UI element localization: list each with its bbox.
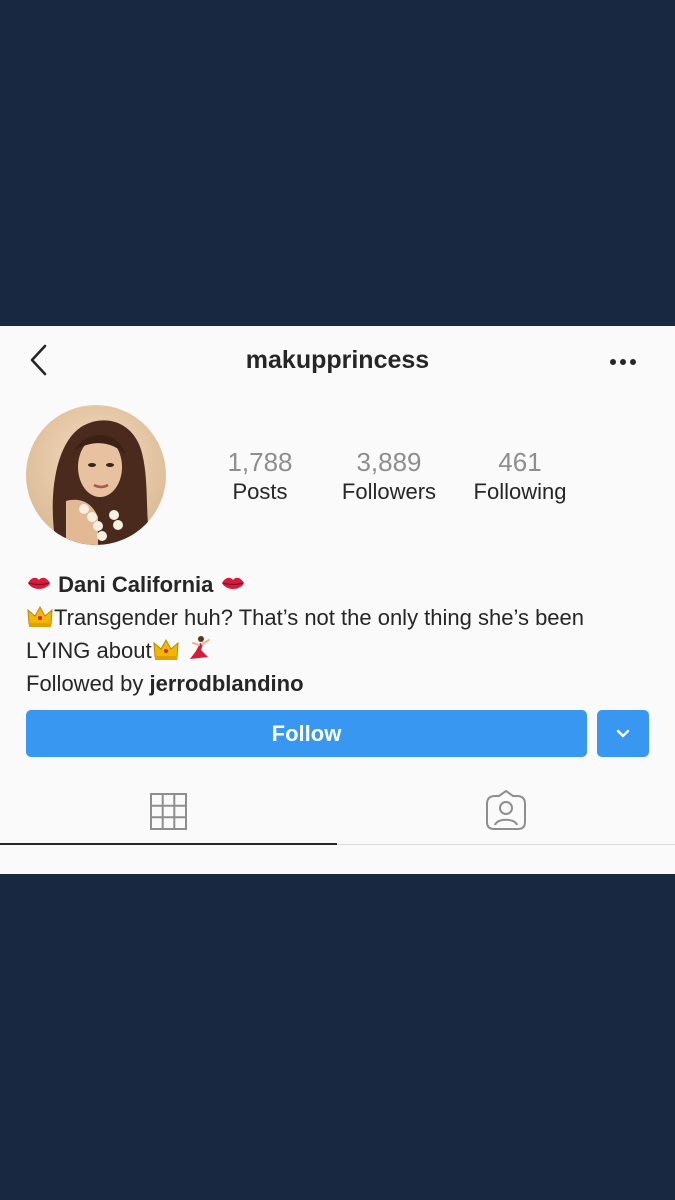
- tab-divider: [337, 844, 675, 845]
- chevron-down-icon: [616, 729, 630, 738]
- posts-label: Posts: [232, 479, 288, 504]
- stat-posts[interactable]: 1,788 Posts: [210, 446, 310, 506]
- following-count: 461: [498, 447, 542, 477]
- active-tab-indicator: [0, 843, 337, 845]
- display-name: Dani California: [58, 572, 214, 597]
- followed-by-user-link[interactable]: jerrodblandino: [150, 671, 304, 696]
- bio-name-line: Dani California: [26, 570, 656, 603]
- kiss-mark-icon: [26, 573, 52, 603]
- follow-button[interactable]: Follow: [26, 710, 587, 757]
- bio-text-line-1: Transgender huh? That’s not the only thi…: [26, 603, 656, 636]
- profile-header: makupprincess: [0, 326, 675, 398]
- profile-bio: Dani California Transgender huh? That’s …: [26, 570, 656, 698]
- bio-text-line-2: LYING about: [26, 635, 656, 669]
- grid-icon: [150, 793, 187, 830]
- dancer-icon: [186, 635, 212, 669]
- stat-followers[interactable]: 3,889 Followers: [336, 446, 442, 506]
- tab-grid[interactable]: [0, 778, 337, 846]
- crown-icon: [152, 637, 180, 669]
- profile-avatar[interactable]: [26, 405, 166, 545]
- followed-by-label: Followed by: [26, 670, 150, 696]
- profile-username: makupprincess: [245, 346, 430, 374]
- more-horizontal-icon: [610, 359, 636, 365]
- posts-count: 1,788: [227, 447, 293, 477]
- kiss-mark-icon: [220, 573, 246, 603]
- bio-line-1-text: Transgender huh? That’s not the only thi…: [54, 604, 585, 630]
- followers-label: Followers: [341, 479, 437, 504]
- crown-icon: [26, 604, 54, 636]
- tab-tagged[interactable]: [337, 778, 675, 846]
- bio-line-2-text: LYING about: [26, 638, 152, 663]
- profile-card: makupprincess 1,788 Posts 3,889 Follower…: [0, 326, 675, 874]
- stat-following[interactable]: 461 Following: [466, 446, 574, 506]
- followers-count: 3,889: [356, 447, 422, 477]
- following-label: Following: [473, 479, 567, 504]
- more-options-button[interactable]: [604, 350, 642, 374]
- tagged-person-icon: [486, 789, 526, 830]
- followed-by-line: Followed by jerrodblandino: [26, 669, 656, 699]
- suggested-dropdown-button[interactable]: [597, 710, 649, 757]
